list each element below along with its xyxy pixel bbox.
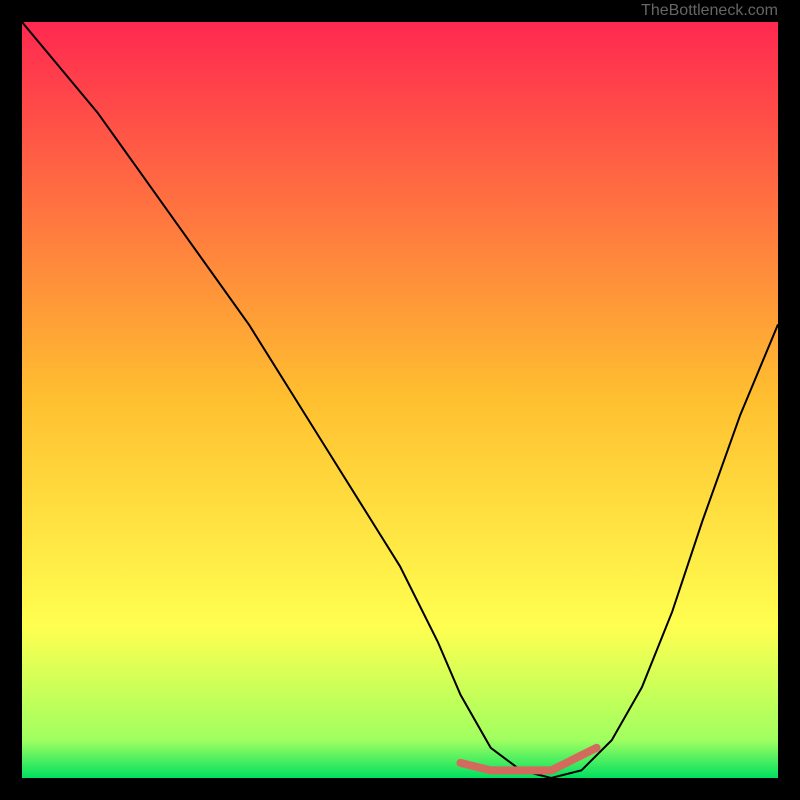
watermark-text: TheBottleneck.com <box>641 2 778 20</box>
bottleneck-chart <box>22 22 778 778</box>
chart-svg <box>22 22 778 778</box>
chart-background <box>22 22 778 778</box>
